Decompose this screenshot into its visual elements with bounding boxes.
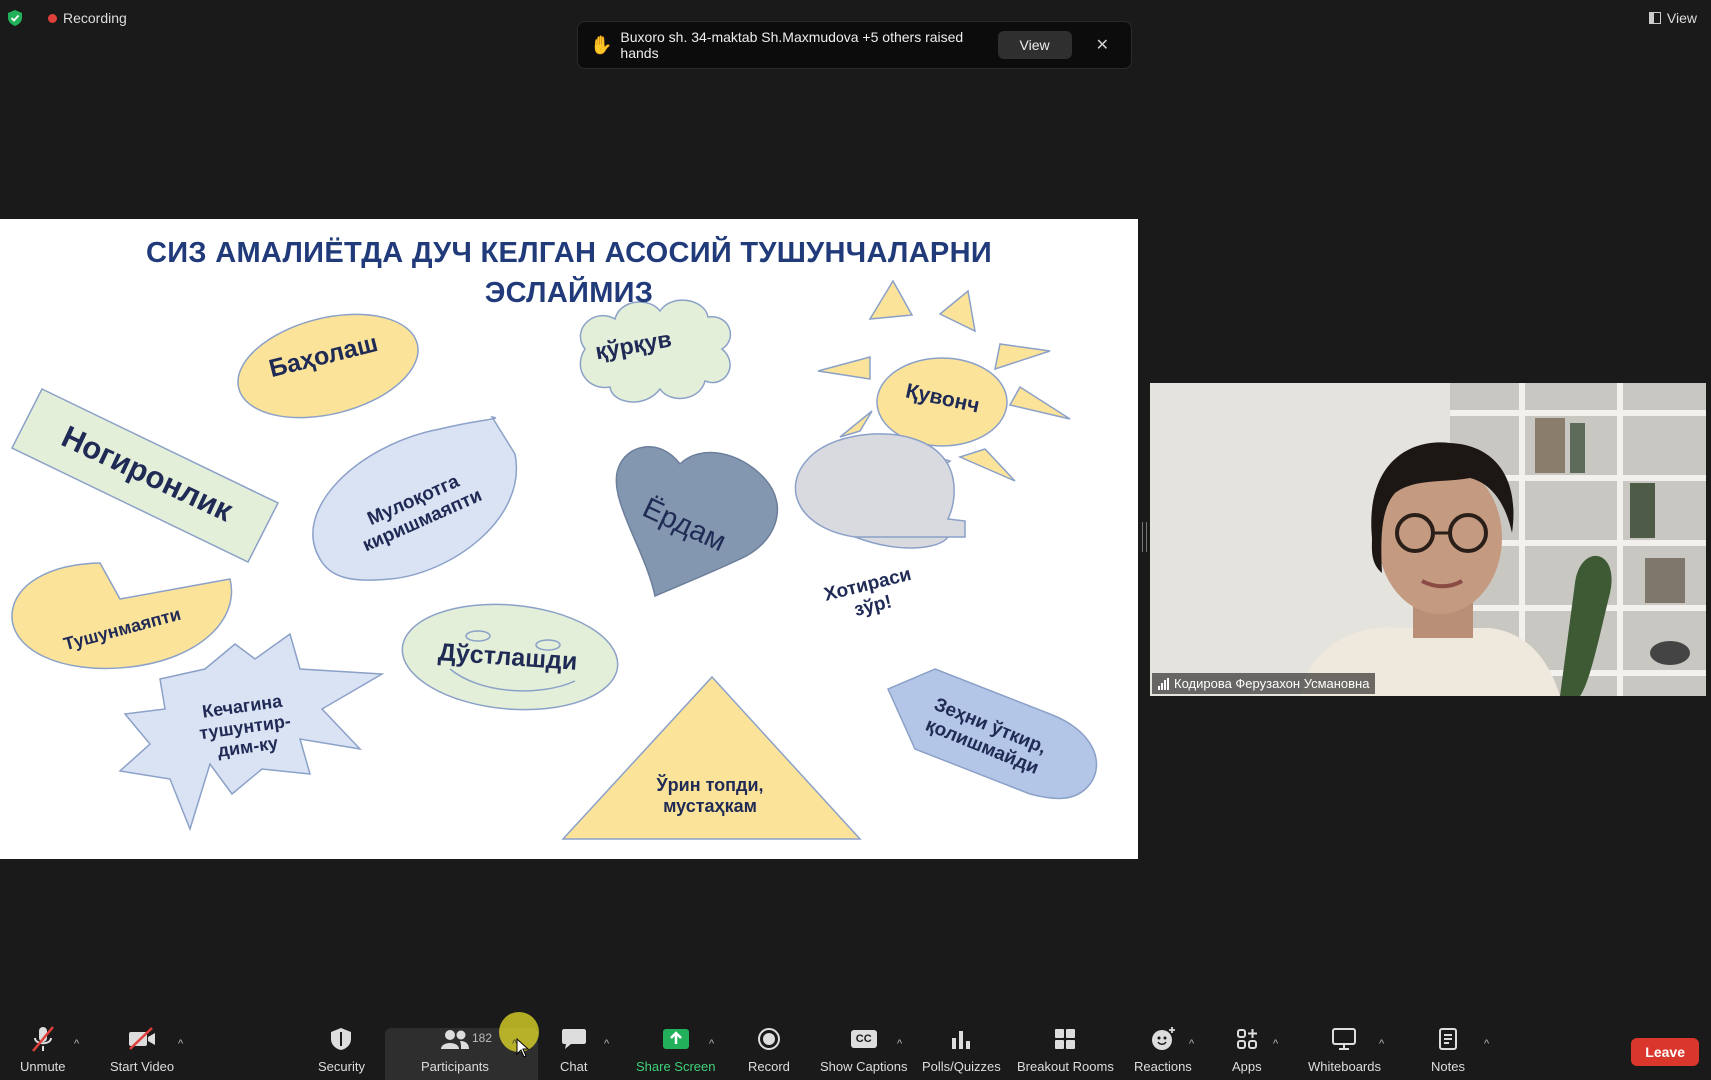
whiteboards-button[interactable]: Whiteboards	[1308, 1025, 1381, 1074]
leave-button[interactable]: Leave	[1631, 1038, 1699, 1066]
polls-quizzes-button[interactable]: Polls/Quizzes	[922, 1025, 1001, 1074]
word-urin: Ўрин топди, мустаҳкам	[656, 775, 764, 816]
share-screen-button[interactable]: Share Screen	[636, 1025, 716, 1074]
slide-shapes	[10, 279, 1098, 840]
security-button[interactable]: Security	[318, 1025, 365, 1074]
start-video-label: Start Video	[110, 1059, 175, 1074]
unmute-label: Unmute	[20, 1059, 66, 1074]
participants-icon	[440, 1030, 469, 1049]
connection-signal-icon	[1158, 677, 1169, 690]
record-button[interactable]: Record	[748, 1025, 790, 1074]
shape-tushunmayapti-pacman	[11, 562, 233, 670]
chat-options-caret-icon[interactable]: ^	[604, 1038, 609, 1050]
reactions-options-caret-icon[interactable]: ^	[1189, 1038, 1194, 1050]
reactions-button[interactable]: Reactions	[1134, 1025, 1192, 1074]
shared-slide: СИЗ АМАЛИЁТДА ДУЧ КЕЛГАН АСОСИЙ ТУШУНЧАЛ…	[0, 219, 1138, 859]
security-label: Security	[318, 1059, 365, 1074]
notes-label: Notes	[1431, 1059, 1465, 1074]
mouse-cursor-icon	[516, 1038, 530, 1058]
panel-resize-handle[interactable]	[1142, 522, 1147, 552]
participant-name-label: Кодирова Ферузахон Усмановна	[1152, 673, 1376, 694]
share-screen-label: Share Screen	[636, 1059, 716, 1074]
security-shield-icon	[331, 1028, 352, 1050]
raised-hands-notification: ✋ Buxoro sh. 34-maktab Sh.Maxmudova +5 o…	[577, 21, 1132, 69]
audio-options-caret-icon[interactable]: ^	[74, 1038, 79, 1050]
slide-title: СИЗ АМАЛИЁТДА ДУЧ КЕЛГАН АСОСИЙ ТУШУНЧАЛ…	[0, 233, 1138, 313]
notes-options-caret-icon[interactable]: ^	[1484, 1038, 1489, 1050]
show-captions-label: Show Captions	[820, 1059, 908, 1074]
captions-cc-icon: CC	[850, 1030, 877, 1048]
notification-close-icon[interactable]: ✕	[1096, 35, 1109, 55]
meeting-toolbar: Unmute ^ Start Video ^ Security Particip…	[0, 990, 1711, 1080]
recording-dot-icon	[48, 13, 57, 23]
slide-title-line-2: ЭСЛАЙМИЗ	[484, 277, 654, 309]
start-video-button[interactable]: Start Video	[110, 1025, 174, 1074]
show-captions-button[interactable]: CC Show Captions	[820, 1025, 907, 1074]
muted-mic-icon	[31, 1026, 54, 1052]
view-menu-button[interactable]: View	[1648, 10, 1697, 26]
encryption-shield-icon[interactable]	[8, 10, 22, 26]
video-off-icon	[129, 1027, 156, 1050]
breakout-rooms-button[interactable]: Breakout Rooms	[1017, 1025, 1114, 1074]
participants-count: 182	[472, 1031, 493, 1045]
recording-indicator[interactable]: Recording	[48, 10, 127, 26]
apps-button[interactable]: Apps	[1232, 1025, 1262, 1074]
apps-icon	[1236, 1029, 1257, 1049]
video-scene	[1150, 383, 1706, 696]
raised-hands-message: Buxoro sh. 34-maktab Sh.Maxmudova +5 oth…	[620, 29, 964, 61]
view-layout-icon	[1648, 12, 1661, 24]
participant-video-tile[interactable]: Кодирова Ферузахон Усмановна	[1150, 383, 1706, 696]
record-icon	[757, 1028, 780, 1050]
raised-hand-icon: ✋	[590, 34, 613, 55]
reactions-smiley-icon	[1151, 1027, 1175, 1050]
polls-bar-chart-icon	[952, 1031, 971, 1049]
chat-bubble-icon	[561, 1029, 586, 1049]
notes-icon	[1438, 1028, 1457, 1050]
video-options-caret-icon[interactable]: ^	[178, 1038, 183, 1050]
chat-button[interactable]: Chat	[560, 1025, 587, 1074]
share-screen-icon	[662, 1029, 689, 1049]
whiteboards-label: Whiteboards	[1308, 1059, 1381, 1074]
participant-name: Кодирова Ферузахон Усмановна	[1174, 676, 1370, 691]
recording-label: Recording	[63, 10, 127, 26]
whiteboards-options-caret-icon[interactable]: ^	[1379, 1038, 1384, 1050]
unmute-button[interactable]: Unmute	[20, 1025, 66, 1074]
notification-view-button[interactable]: View	[997, 31, 1072, 59]
reactions-label: Reactions	[1134, 1059, 1192, 1074]
apps-label: Apps	[1232, 1059, 1262, 1074]
share-options-caret-icon[interactable]: ^	[709, 1038, 714, 1050]
breakout-rooms-grid-icon	[1055, 1029, 1076, 1049]
apps-options-caret-icon[interactable]: ^	[1273, 1038, 1278, 1050]
meeting-status: Recording	[8, 10, 127, 26]
participants-label: Participants	[421, 1059, 489, 1074]
captions-options-caret-icon[interactable]: ^	[897, 1038, 902, 1050]
polls-quizzes-label: Polls/Quizzes	[922, 1059, 1001, 1074]
whiteboard-icon	[1332, 1028, 1357, 1050]
slide-title-line-1: СИЗ АМАЛИЁТДА ДУЧ КЕЛГАН АСОСИЙ ТУШУНЧАЛ…	[146, 237, 992, 269]
chat-label: Chat	[560, 1059, 588, 1074]
view-menu-label: View	[1666, 10, 1697, 26]
notes-button[interactable]: Notes	[1431, 1025, 1465, 1074]
shape-xotirasi-bubble	[794, 433, 966, 549]
breakout-rooms-label: Breakout Rooms	[1017, 1059, 1114, 1074]
record-label: Record	[748, 1059, 790, 1074]
